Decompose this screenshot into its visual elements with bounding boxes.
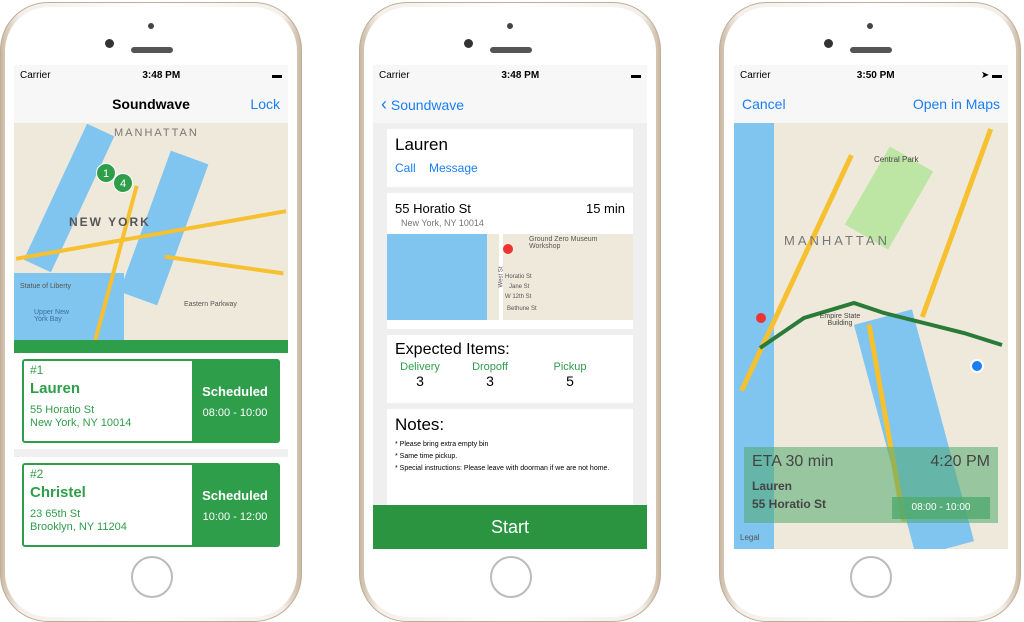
item-label: Pickup xyxy=(553,361,587,373)
contact-name: Lauren xyxy=(395,135,448,154)
map-label: NEW YORK xyxy=(69,215,151,229)
job-city: New York, NY 10014 xyxy=(30,417,132,429)
address-street: 55 Horatio St xyxy=(395,201,471,216)
job-window: 10:00 - 12:00 xyxy=(202,510,268,523)
route-map[interactable]: MANHATTAN Central Park Empire State Buil… xyxy=(734,123,1008,549)
battery-icon: ➤ ▬ xyxy=(980,69,1002,81)
job-status: Scheduled xyxy=(202,487,268,503)
address-map[interactable]: Ground Zero Museum Workshop Horatio St J… xyxy=(387,234,633,320)
carrier: Carrier xyxy=(379,69,410,81)
location-pin-icon[interactable] xyxy=(503,244,513,254)
battery-icon: ▬ xyxy=(271,69,282,81)
status-bar: Carrier 3:48 PM ▬ xyxy=(14,65,288,85)
job-street: 23 65th St xyxy=(30,508,81,520)
note-line: * Please bring extra empty bin xyxy=(395,441,489,448)
job-name: Christel xyxy=(30,484,86,501)
nav-bar: ‹ Soundwave xyxy=(373,85,647,123)
item-count: 3 xyxy=(416,373,424,389)
legal-link[interactable]: Legal xyxy=(740,533,760,542)
status-bar: Carrier 3:48 PM ▬ xyxy=(373,65,647,85)
expected-items-card: Expected Items: Delivery 3 Dropoff 3 Picku… xyxy=(387,335,633,403)
overview-map[interactable]: MANHATTAN NEW YORK Statue of Liberty Eas… xyxy=(14,123,288,340)
arrival-time: 4:20 PM xyxy=(930,453,990,470)
map-label: Ground Zero Museum Workshop xyxy=(529,236,598,250)
home-button[interactable] xyxy=(490,556,532,598)
map-label: Upper New York Bay xyxy=(34,309,70,323)
contact-card: Lauren Call Message xyxy=(387,129,633,187)
map-label: Empire State Building xyxy=(819,313,861,327)
cancel-button[interactable]: Cancel xyxy=(742,96,786,112)
map-label: Jane St xyxy=(509,284,530,290)
start-button[interactable]: Start xyxy=(373,505,647,549)
current-location-icon xyxy=(970,359,984,373)
green-divider xyxy=(14,340,288,353)
job-number: #2 xyxy=(30,467,44,481)
back-label: Soundwave xyxy=(390,96,465,113)
back-button[interactable]: ‹ Soundwave xyxy=(381,94,464,115)
eta-panel[interactable]: ETA 30 min 4:20 PM Lauren 55 Horatio St 0… xyxy=(744,447,998,523)
open-in-maps-button[interactable]: Open in Maps xyxy=(913,96,1000,112)
chevron-left-icon: ‹ xyxy=(381,93,387,114)
address-card: 55 Horatio St 15 min New York, NY 10014 G… xyxy=(387,193,633,329)
job-detail-screen: Carrier 3:48 PM ▬ ‹ Soundwave Lauren Call … xyxy=(373,65,647,549)
nav-bar: Soundwave Lock xyxy=(14,85,288,123)
item-label: Dropoff xyxy=(472,361,508,373)
travel-time: 15 min xyxy=(585,201,625,216)
phone-2: Carrier 3:48 PM ▬ ‹ Soundwave Lauren Call … xyxy=(359,2,661,622)
notes-card: Notes: * Please bring extra empty bin * … xyxy=(387,409,633,519)
eta-window: 08:00 - 10:00 xyxy=(892,497,990,519)
home-button[interactable] xyxy=(850,556,892,598)
map-label: Horatio St xyxy=(505,274,532,280)
map-label: MANHATTAN xyxy=(784,233,890,248)
job-card[interactable]: #1 Lauren 55 Horatio St New York, NY 10014 … xyxy=(14,353,288,449)
note-line: * Special instructions: Please leave wit… xyxy=(395,465,610,472)
item-count: 5 xyxy=(566,373,574,389)
job-number: #1 xyxy=(30,363,44,377)
job-name: Lauren xyxy=(30,380,81,397)
clock: 3:48 PM xyxy=(142,69,181,81)
page-title: Soundwave xyxy=(112,96,190,112)
map-label: Eastern Parkway xyxy=(184,301,237,308)
map-label: W 12th St xyxy=(505,294,532,300)
map-label: Bethune St xyxy=(507,306,537,312)
job-status: Scheduled xyxy=(202,383,268,399)
lock-button[interactable]: Lock xyxy=(250,96,280,112)
job-city: Brooklyn, NY 11204 xyxy=(30,521,127,533)
destination-pin-icon xyxy=(756,313,766,323)
home-button[interactable] xyxy=(131,556,173,598)
job-card[interactable]: #2 Christel 23 65th St Brooklyn, NY 11204 S… xyxy=(14,457,288,549)
eta-text: ETA 30 min xyxy=(752,453,834,470)
map-label: West St xyxy=(498,266,505,288)
item-count: 3 xyxy=(486,373,494,389)
address-city: New York, NY 10014 xyxy=(401,218,484,228)
clock: 3:48 PM xyxy=(501,69,540,81)
carrier: Carrier xyxy=(20,69,51,81)
map-label: Central Park xyxy=(874,155,919,164)
note-line: * Same time pickup. xyxy=(395,453,458,460)
nav-bar: Cancel Open in Maps xyxy=(734,85,1008,123)
status-bar: Carrier 3:50 PM ➤ ▬ xyxy=(734,65,1008,85)
clock: 3:50 PM xyxy=(856,69,895,81)
eta-name: Lauren xyxy=(752,479,793,493)
item-label: Delivery xyxy=(400,361,440,373)
job-window: 08:00 - 10:00 xyxy=(202,406,268,419)
job-list-screen: Carrier 3:48 PM ▬ Soundwave Lock MANHATTAN … xyxy=(14,65,288,549)
map-label: MANHATTAN xyxy=(114,127,199,139)
carrier: Carrier xyxy=(740,69,771,81)
message-link[interactable]: Message xyxy=(429,161,478,175)
expected-title: Expected Items: xyxy=(395,341,510,358)
call-link[interactable]: Call xyxy=(395,161,416,175)
notes-title: Notes: xyxy=(395,415,445,434)
battery-icon: ▬ xyxy=(630,69,641,81)
map-label: Statue of Liberty xyxy=(20,283,71,290)
phone-1: Carrier 3:48 PM ▬ Soundwave Lock MANHATTAN … xyxy=(0,2,302,622)
job-street: 55 Horatio St xyxy=(30,404,95,416)
navigation-screen: Carrier 3:50 PM ➤ ▬ Cancel Open in Maps MAN… xyxy=(734,65,1008,549)
phone-3: Carrier 3:50 PM ➤ ▬ Cancel Open in Maps MAN… xyxy=(719,2,1021,622)
map-pin[interactable]: 4 xyxy=(113,173,133,193)
